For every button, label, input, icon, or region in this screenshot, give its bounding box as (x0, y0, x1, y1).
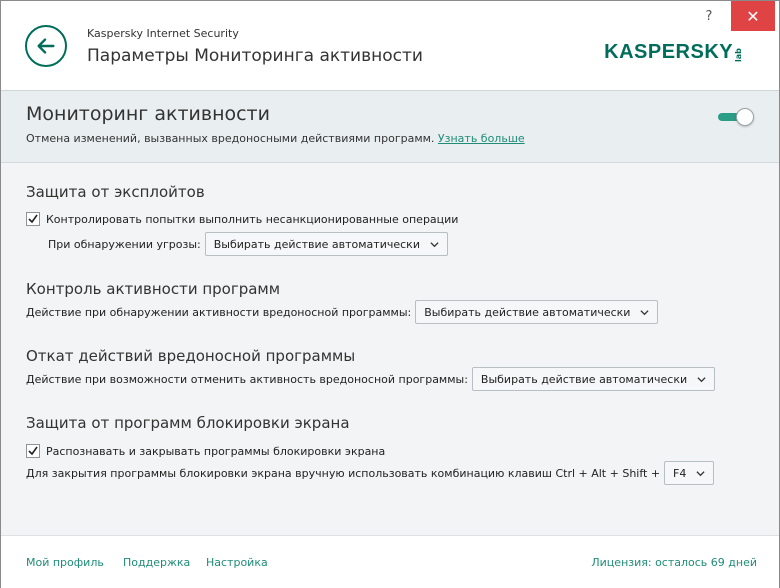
logo-text: KASPERSKY (604, 41, 734, 63)
rollback-action-select[interactable]: Выбирать действие автоматически (471, 367, 716, 391)
exploit-checkbox-label: Контролировать попытки выполнить несанкц… (46, 212, 459, 226)
back-button[interactable] (25, 25, 67, 67)
app-control-action-value: Выбирать действие автоматически (424, 305, 631, 319)
rollback-action-row: Действие при возможности отменить активн… (26, 367, 716, 391)
kaspersky-logo: KASPERSKY lab (604, 41, 757, 64)
settings-link[interactable]: Настройка (206, 556, 268, 569)
hotkey-row: Для закрытия программы блокировки экрана… (26, 461, 715, 485)
license-link[interactable]: Лицензия: осталось 69 дней (591, 556, 757, 569)
checkmark-icon (28, 214, 38, 224)
exploit-action-value: Выбирать действие автоматически (213, 237, 420, 251)
rollback-action-value: Выбирать действие автоматически (480, 372, 688, 386)
feature-title: Мониторинг активности (26, 103, 270, 125)
section-title-exploit: Защита от эксплойтов (26, 183, 205, 201)
app-window: Kaspersky Internet Security Параметры Мо… (0, 0, 780, 588)
feature-description: Отмена изменений, вызванных вредоносными… (26, 132, 525, 145)
screen-lockers-checkbox-label: Распознавать и закрывать программы блоки… (46, 444, 386, 458)
hotkey-select[interactable]: F4 (664, 461, 715, 485)
toggle-knob (736, 108, 754, 126)
my-profile-link[interactable]: Мой профиль (26, 556, 104, 569)
chevron-down-icon (640, 309, 650, 315)
section-title-rollback: Откат действий вредоносной программы (26, 347, 356, 365)
learn-more-link[interactable]: Узнать больше (438, 132, 525, 145)
exploit-checkbox[interactable] (26, 212, 40, 226)
exploit-action-select[interactable]: Выбирать действие автоматически (204, 232, 448, 256)
chevron-down-icon (430, 241, 439, 247)
section-title-app-control: Контроль активности программ (26, 280, 281, 298)
app-name: Kaspersky Internet Security (87, 27, 239, 40)
settings-panel: Мониторинг активности Отмена изменений, … (1, 91, 779, 535)
help-button[interactable]: ? (687, 1, 731, 31)
screen-lockers-checkbox[interactable] (26, 444, 40, 458)
chevron-down-icon (697, 376, 706, 382)
hotkey-label: Для закрытия программы блокировки экрана… (26, 466, 661, 480)
exploit-action-row: При обнаружении угрозы: Выбирать действи… (48, 232, 448, 256)
feature-row: Мониторинг активности Отмена изменений, … (1, 91, 779, 163)
logo-lab: lab (734, 48, 744, 62)
page-title: Параметры Мониторинга активности (87, 46, 423, 66)
window-controls: ? ✕ (687, 1, 779, 31)
section-title-screen-lockers: Защита от программ блокировки экрана (26, 414, 350, 432)
header: Kaspersky Internet Security Параметры Мо… (1, 1, 779, 91)
screen-lockers-checkbox-row: Распознавать и закрывать программы блоки… (26, 444, 385, 458)
exploit-checkbox-row: Контролировать попытки выполнить несанкц… (26, 212, 458, 226)
app-control-action-select[interactable]: Выбирать действие автоматически (415, 300, 659, 324)
close-button[interactable]: ✕ (731, 1, 775, 31)
chevron-down-icon (696, 470, 705, 476)
checkmark-icon (28, 446, 38, 456)
hotkey-value: F4 (673, 466, 687, 480)
footer: Мой профиль Поддержка Настройка Лицензия… (1, 535, 779, 588)
feature-toggle[interactable] (718, 108, 754, 126)
feature-description-text: Отмена изменений, вызванных вредоносными… (26, 132, 435, 145)
arrow-left-icon (37, 38, 55, 54)
support-link[interactable]: Поддержка (123, 556, 190, 569)
rollback-action-label: Действие при возможности отменить активн… (26, 372, 468, 386)
app-control-action-row: Действие при обнаружении активности вред… (26, 300, 659, 324)
exploit-action-label: При обнаружении угрозы: (48, 237, 201, 251)
app-control-action-label: Действие при обнаружении активности вред… (26, 305, 412, 319)
